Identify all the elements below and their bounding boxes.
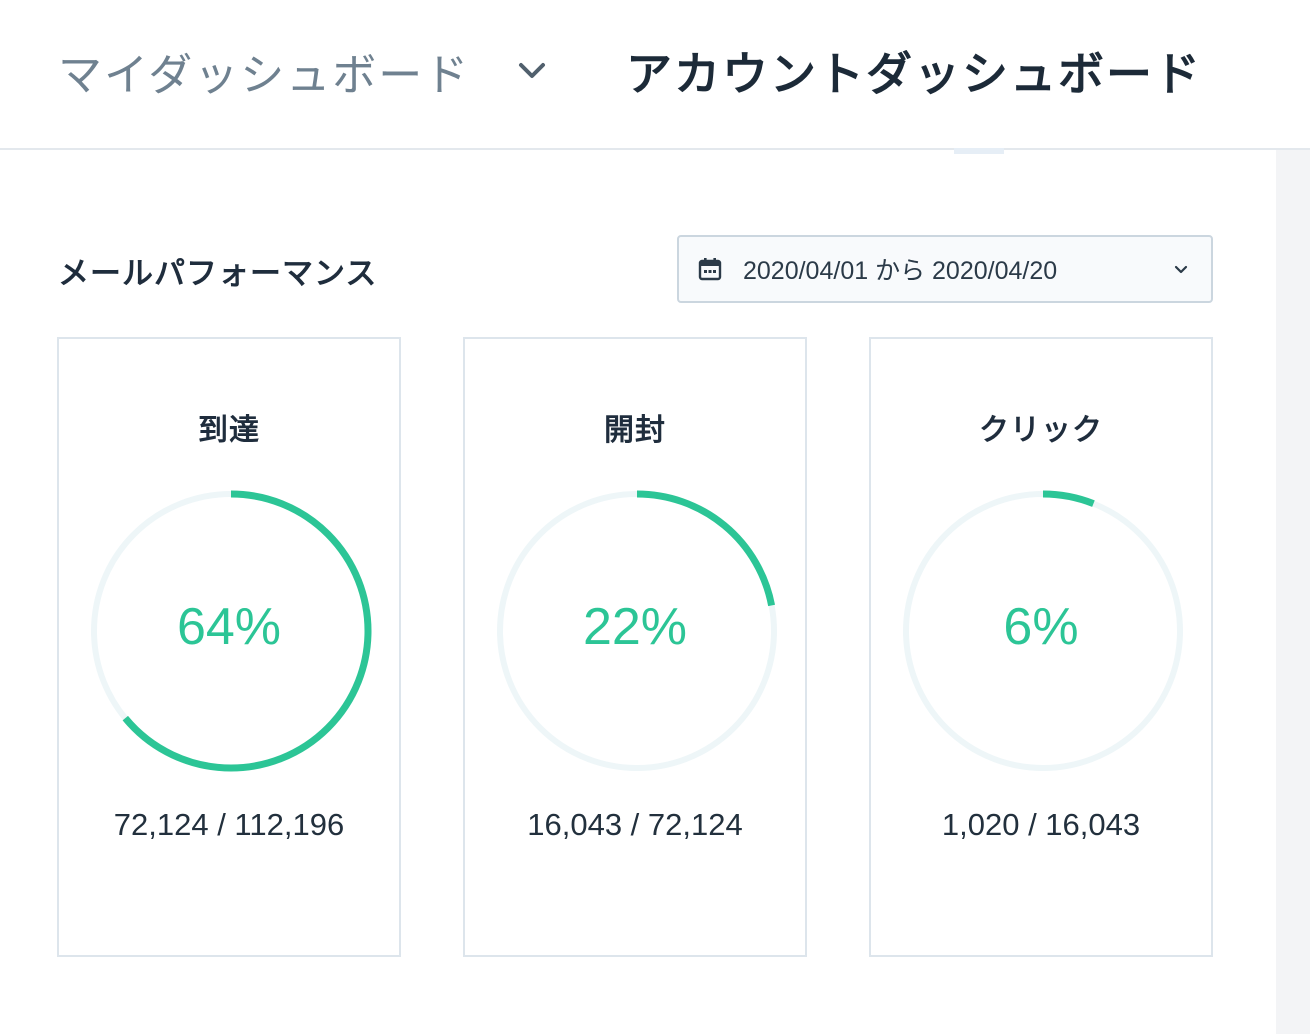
scrollbar[interactable] — [1276, 150, 1310, 1034]
metric-ratio: 72,124 / 112,196 — [113, 807, 345, 842]
chevron-down-icon — [514, 53, 550, 89]
metric-card-opened: 開封 22% 16,043 / 72,124 — [463, 337, 807, 957]
metric-card-title: クリック — [979, 413, 1103, 448]
tab-account-dashboard-label: アカウントダッシュボード — [626, 47, 1202, 101]
metric-percent: 22% — [582, 598, 688, 656]
metric-ratio: 1,020 / 16,043 — [941, 807, 1141, 842]
metric-card-title: 開封 — [604, 413, 666, 448]
metric-percent: 64% — [176, 598, 282, 656]
date-range-select[interactable]: 2020/04/01 から 2020/04/20 — [677, 235, 1213, 303]
metric-card-clicked: クリック 6% 1,020 / 16,043 — [869, 337, 1213, 957]
section-title: メールパフォーマンス — [58, 256, 378, 292]
metric-card-title: 到達 — [198, 413, 260, 448]
metric-card-delivered: 到達 64% 72,124 / 112,196 — [57, 337, 401, 957]
calendar-icon — [697, 256, 723, 282]
date-range-label: 2020/04/01 から 2020/04/20 — [743, 257, 1058, 285]
metric-ratio: 16,043 / 72,124 — [527, 807, 743, 842]
top-header: マイダッシュボード アカウントダッシュボード — [0, 0, 1310, 150]
tab-account-dashboard[interactable]: アカウントダッシュボード — [626, 36, 1202, 106]
chevron-down-icon — [1171, 259, 1191, 279]
metric-percent: 6% — [1003, 598, 1079, 656]
dashboard-select[interactable]: マイダッシュボード — [58, 36, 550, 106]
tab-indicator — [954, 148, 1004, 154]
dashboard-select-label: マイダッシュボード — [58, 50, 471, 101]
